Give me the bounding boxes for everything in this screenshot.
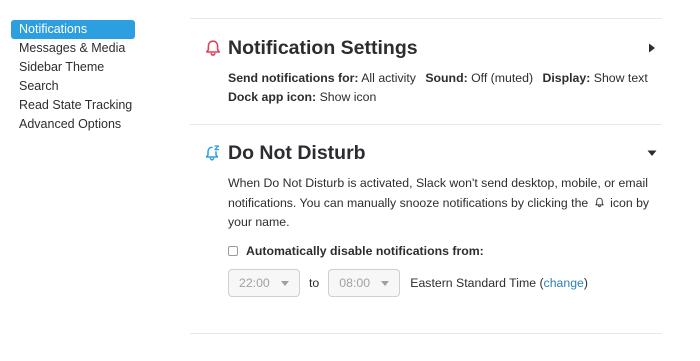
sidebar-item-sidebar-theme[interactable]: Sidebar Theme (11, 58, 135, 77)
auto-disable-checkbox[interactable] (228, 245, 238, 256)
sidebar-item-read-state-tracking[interactable]: Read State Tracking (11, 96, 135, 115)
from-time-select[interactable]: 22:00 (228, 268, 300, 297)
send-for-label: Send notifications for: (228, 71, 359, 85)
dnd-header[interactable]: Do Not Disturb (190, 140, 662, 166)
timezone-label: Eastern Standard Time ( (410, 275, 544, 290)
notification-settings-summary: Send notifications for: All activity Sou… (228, 69, 662, 107)
dnd-title: Do Not Disturb (228, 142, 366, 164)
settings-sidebar: Notifications Messages & Media Sidebar T… (11, 20, 135, 134)
display-label: Display: (542, 71, 591, 85)
bottom-divider (190, 332, 662, 334)
bell-icon (595, 197, 604, 207)
dnd-schedule-row: 22:00 to 08:00 Eastern Standard Time (ch… (228, 268, 662, 297)
to-label: to (309, 275, 320, 290)
chevron-down-icon (281, 280, 289, 286)
dock-icon-value: Show icon (319, 90, 377, 104)
sidebar-item-notifications[interactable]: Notifications (11, 20, 135, 39)
bell-snooze-icon (205, 145, 220, 161)
sidebar-item-search[interactable]: Search (11, 77, 135, 96)
timezone-close: ) (583, 275, 588, 290)
chevron-down-icon (381, 280, 390, 286)
caret-right-icon[interactable] (646, 42, 658, 54)
dnd-description: When Do Not Disturb is activated, Slack … (228, 174, 658, 233)
notification-settings-header[interactable]: Notification Settings (190, 35, 662, 61)
top-divider (190, 18, 662, 19)
display-value: Show text (593, 71, 648, 85)
notification-settings-section: Notification Settings Send notifications… (190, 35, 662, 107)
sidebar-item-messages-media[interactable]: Messages & Media (11, 39, 135, 58)
dock-icon-label: Dock app icon: (228, 90, 317, 104)
settings-main: Notification Settings Send notifications… (190, 18, 662, 334)
sound-label: Sound: (425, 71, 468, 85)
timezone-text: Eastern Standard Time (change) (410, 276, 588, 290)
caret-down-icon[interactable] (646, 147, 658, 159)
dnd-description-text: When Do Not Disturb is activated, Slack … (228, 176, 648, 210)
to-time-value: 08:00 (339, 275, 371, 290)
change-timezone-link[interactable]: change (544, 276, 584, 290)
from-time-value: 22:00 (239, 275, 270, 290)
send-for-value: All activity (361, 71, 416, 85)
dnd-section: Do Not Disturb When Do Not Disturb is ac… (190, 140, 662, 297)
sidebar-item-advanced-options[interactable]: Advanced Options (11, 115, 135, 134)
auto-disable-label[interactable]: Automatically disable notifications from… (246, 244, 484, 258)
to-time-select[interactable]: 08:00 (328, 268, 401, 297)
notification-settings-title: Notification Settings (228, 37, 418, 59)
sound-value: Off (muted) (471, 71, 534, 85)
bell-icon (206, 40, 220, 56)
section-divider (190, 124, 662, 125)
auto-disable-row: Automatically disable notifications from… (228, 242, 662, 260)
